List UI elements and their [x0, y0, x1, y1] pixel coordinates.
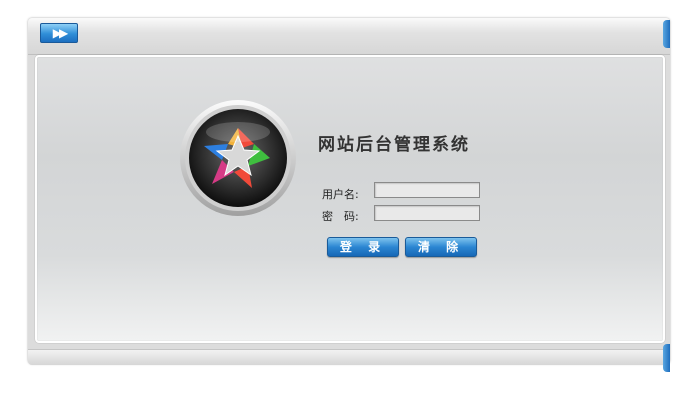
fast-forward-icon[interactable]: ▶▶ [40, 23, 78, 43]
username-label: 用户名: [322, 188, 359, 201]
window-footer [28, 349, 670, 365]
clear-button[interactable]: 清 除 [405, 237, 477, 257]
window-titlebar: ▶▶ [28, 18, 670, 55]
footer-corner-tab [663, 344, 670, 372]
password-input[interactable] [374, 205, 480, 221]
login-button[interactable]: 登 录 [327, 237, 399, 257]
login-window: ▶▶ 网站后台管理系统 用户名: 密 码: 登 录 清 除 [28, 18, 670, 372]
password-label: 密 码: [322, 210, 359, 223]
username-input[interactable] [374, 182, 480, 198]
star-logo-icon [178, 98, 298, 218]
app-title: 网站后台管理系统 [318, 135, 470, 155]
titlebar-corner-tab [663, 20, 670, 48]
